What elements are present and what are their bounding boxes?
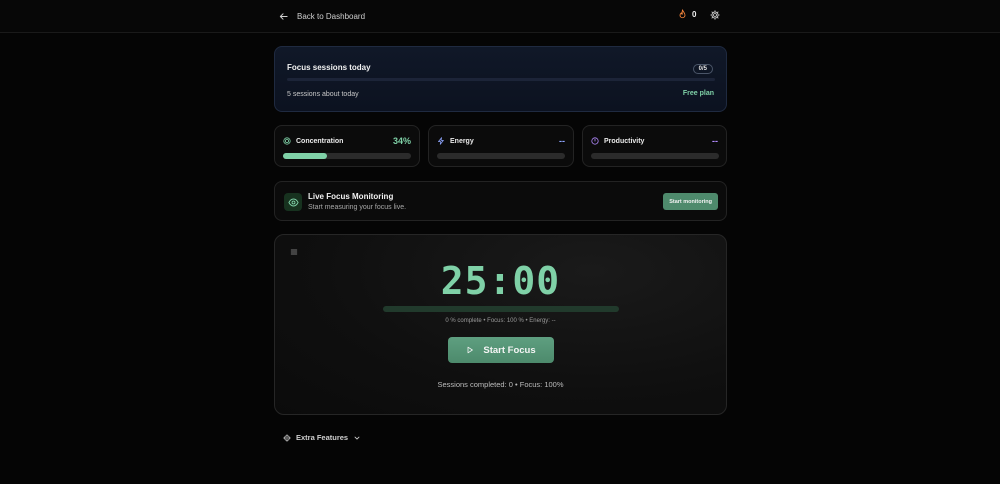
metric-label: Concentration [296, 137, 344, 145]
target-icon [283, 137, 291, 145]
metric-bar [591, 153, 719, 159]
start-monitoring-button[interactable]: Start monitoring [663, 193, 718, 210]
gear-icon [283, 433, 291, 442]
timer-display: 25:00 [440, 259, 561, 303]
plan-label: Free plan [682, 90, 714, 97]
flame-icon [679, 9, 686, 19]
focus-sessions-card: Focus sessions today 0/5 5 sessions abou… [274, 46, 727, 112]
streak-count: 0 [692, 9, 697, 19]
play-icon [467, 346, 474, 354]
metric-header: Energy [437, 137, 474, 145]
gear-icon[interactable] [710, 10, 720, 20]
metric-header: Concentration [283, 137, 343, 145]
live-monitoring-card: Live Focus Monitoring Start measuring yo… [274, 181, 727, 221]
metric-card-energy: Energy -- [428, 125, 574, 167]
live-subtitle: Start measuring your focus live. [308, 204, 407, 211]
metric-label: Energy [450, 137, 474, 145]
sessions-completed-text: Sessions completed: 0 • Focus: 100% [437, 380, 564, 389]
metric-label: Productivity [604, 137, 645, 145]
streak-counter: 0 [678, 9, 696, 19]
sessions-title: Focus sessions today [287, 63, 371, 72]
metric-bar [283, 153, 411, 159]
metric-card-concentration: Concentration 34% [274, 125, 420, 167]
start-focus-label: Start Focus [483, 344, 536, 356]
sessions-count-badge: 0/5 [692, 64, 713, 74]
zap-icon [438, 137, 444, 145]
metric-value: 34% [392, 136, 411, 146]
metric-bar-fill [283, 153, 327, 159]
sessions-progress-bar [287, 78, 715, 81]
arrow-left-icon [279, 12, 288, 20]
top-bar: Back to Dashboard 0 [0, 0, 1000, 33]
extra-features-toggle[interactable]: Extra Features [283, 433, 361, 442]
timer-progress-bar [383, 306, 619, 312]
metric-card-productivity: Productivity -- [582, 125, 727, 167]
metric-bar [437, 153, 565, 159]
sessions-subtitle: 5 sessions about today [287, 91, 359, 98]
live-title: Live Focus Monitoring [308, 192, 394, 201]
metric-value: -- [712, 136, 718, 146]
menu-icon[interactable] [290, 248, 298, 256]
back-to-dashboard-link[interactable]: Back to Dashboard [279, 9, 365, 23]
focus-timer-card: 25:00 0 % complete • Focus: 100 % • Ener… [274, 234, 727, 415]
metric-header: Productivity [591, 137, 644, 145]
live-icon-box [284, 193, 302, 211]
timer-icon [591, 137, 599, 145]
extra-features-label: Extra Features [296, 433, 349, 442]
chevron-down-icon [354, 436, 360, 439]
back-label: Back to Dashboard [297, 11, 366, 21]
eye-icon [287, 198, 299, 206]
timer-status-text: 0 % complete • Focus: 100 % • Energy: -- [445, 318, 556, 324]
metric-value: -- [559, 136, 565, 146]
start-focus-button[interactable]: Start Focus [448, 337, 554, 363]
